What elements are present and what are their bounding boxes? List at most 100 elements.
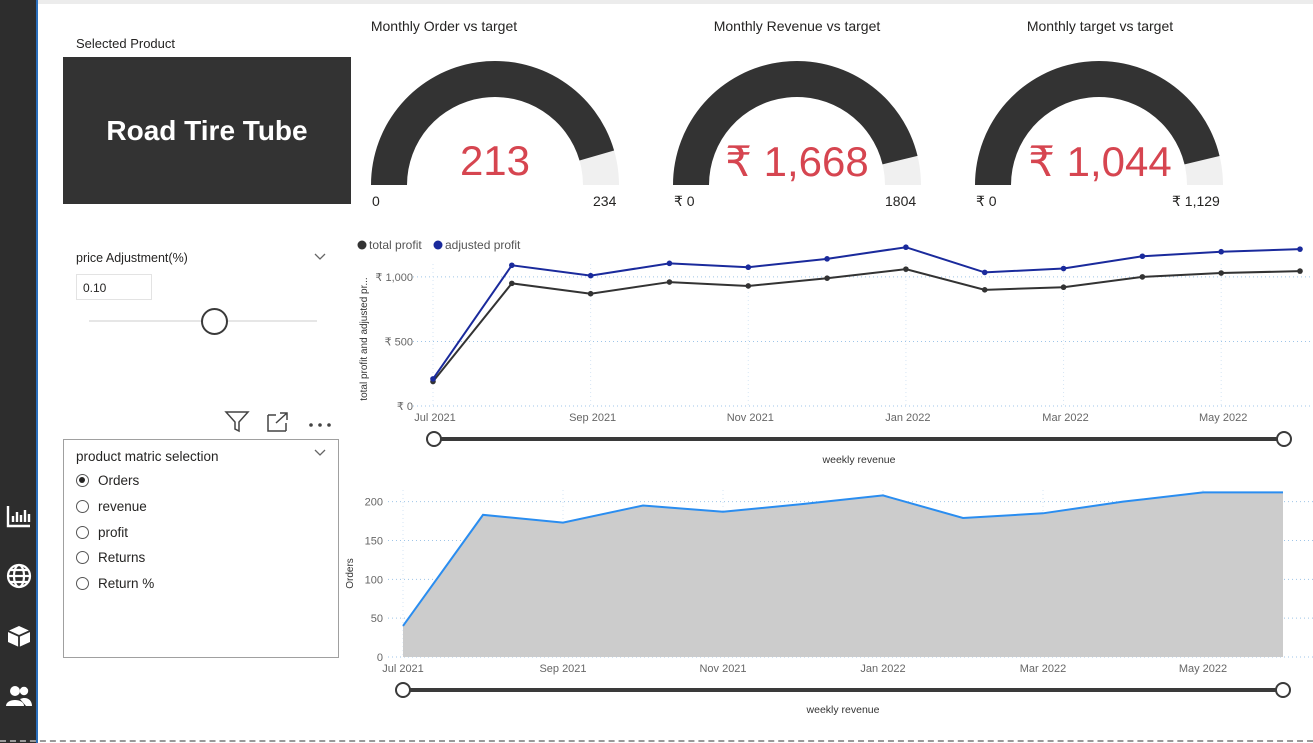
bottom-border <box>0 740 1313 742</box>
y-tick-label: 150 <box>365 535 383 547</box>
y-tick-label: 50 <box>371 613 383 625</box>
x-tick-label: Mar 2022 <box>1020 663 1066 675</box>
card-label: Selected Product <box>76 36 176 51</box>
range-slider-end-handle <box>1276 431 1292 447</box>
selected-product-card: Road Tire Tube <box>63 57 351 204</box>
x-tick-label: May 2022 <box>1179 663 1227 675</box>
data-point <box>587 290 594 297</box>
data-point <box>1297 268 1303 274</box>
radio-label: Orders <box>98 472 140 488</box>
gauge-max-orders: 234 <box>593 193 617 209</box>
visual-header <box>224 410 336 434</box>
x-tick-label: Jul 2021 <box>414 412 456 424</box>
box-icon[interactable] <box>3 620 35 652</box>
radio-title: product matric selection <box>76 449 219 464</box>
gauge-value-revenue: ₹ 1,668 <box>725 138 869 185</box>
gauge-min-target: ₹ 0 <box>976 193 997 209</box>
gauge-title-target: Monthly target vs target <box>1026 18 1174 34</box>
price-adjustment-input[interactable]: 0.10 <box>76 274 152 300</box>
radio-empty-icon[interactable] <box>76 499 89 513</box>
x-tick-label: Sep 2021 <box>569 412 616 424</box>
radio-empty-icon[interactable] <box>76 576 89 590</box>
data-point <box>587 272 594 279</box>
radio-option-revenue[interactable]: revenue <box>76 497 147 515</box>
card-value: Road Tire Tube <box>106 114 308 146</box>
radio-label: Return % <box>98 575 155 591</box>
gauge-min-revenue: ₹ 0 <box>674 193 695 209</box>
data-point <box>1218 270 1224 276</box>
legend-adjusted-profit: adjusted profit <box>445 238 521 252</box>
gauge-value-orders: 213 <box>459 137 531 184</box>
chevron-down-icon[interactable] <box>314 446 326 460</box>
data-point <box>666 260 673 267</box>
data-point <box>903 266 909 272</box>
gauge-min-orders: 0 <box>372 193 380 209</box>
x-tick-label: Jul 2021 <box>382 663 424 675</box>
data-point <box>824 275 830 281</box>
gauge-max-revenue: 1804 <box>885 193 917 209</box>
y-axis-label: total profit and adjusted pr... <box>359 277 370 400</box>
gauge-max-target: ₹ 1,129 <box>1172 193 1220 209</box>
radio-label: Returns <box>98 549 146 565</box>
data-point <box>1218 248 1224 255</box>
users-icon[interactable] <box>3 680 35 712</box>
x-tick-label: Nov 2021 <box>699 663 746 675</box>
data-point <box>666 279 673 285</box>
radio-selected-icon[interactable] <box>76 473 89 487</box>
series-line-total-profit <box>432 268 1301 383</box>
price-slider-handle[interactable] <box>200 308 228 335</box>
data-point <box>430 376 436 382</box>
range-slider-start-handle <box>395 682 411 698</box>
data-point <box>1297 246 1303 252</box>
y-tick-label: 200 <box>365 497 383 509</box>
radio-empty-icon[interactable] <box>76 550 89 564</box>
sidebar <box>0 0 38 743</box>
x-tick-label: Sep 2021 <box>539 663 586 675</box>
series-line-adjusted-profit <box>432 246 1301 380</box>
data-point <box>981 269 988 276</box>
data-point <box>824 256 830 262</box>
x-tick-label: Mar 2022 <box>1042 412 1088 424</box>
data-point <box>1139 274 1146 280</box>
gauge-title-revenue: Monthly Revenue vs target <box>713 18 881 34</box>
y-tick-label: ₹ 1,000 <box>375 272 413 284</box>
radio-option-returns[interactable]: Returns <box>76 548 145 566</box>
bar-chart-icon[interactable] <box>3 500 35 532</box>
filter-icon[interactable] <box>224 410 250 439</box>
data-point <box>1060 265 1067 272</box>
data-point <box>509 262 515 269</box>
y-axis-label: Orders <box>345 558 356 589</box>
radio-label: profit <box>98 524 129 540</box>
x-axis-label: weekly revenue <box>806 704 880 716</box>
profit-line-chart: total profit adjusted profit ₹ 0 ₹ 500 ₹ 1,0… <box>357 238 1313 466</box>
x-axis-label: weekly revenue <box>822 454 896 466</box>
data-point <box>1060 284 1067 291</box>
legend-total-profit: total profit <box>369 238 422 252</box>
focus-mode-icon[interactable] <box>266 411 290 438</box>
x-tick-label: Jan 2022 <box>860 663 905 675</box>
data-point <box>745 264 752 271</box>
orders-area-chart: 050100150200Jul 2021 Sep 2021 Nov 2021 Jan … <box>345 490 1313 716</box>
gauge-title-orders: Monthly Order vs target <box>370 18 518 34</box>
range-slider-start-handle <box>426 431 442 447</box>
product-metric-slicer: product matric selection Orders revenue … <box>63 439 339 658</box>
x-tick-label: Nov 2021 <box>727 412 774 424</box>
radio-label: revenue <box>98 498 147 514</box>
legend-marker-total <box>357 240 367 250</box>
legend-marker-adjusted <box>433 240 443 250</box>
top-border <box>38 0 1313 4</box>
radio-empty-icon[interactable] <box>76 525 89 539</box>
radio-option-orders[interactable]: Orders <box>76 471 139 489</box>
y-tick-label: 100 <box>365 574 383 586</box>
y-tick-label: ₹ 500 <box>385 336 413 348</box>
chevron-down-icon[interactable] <box>314 250 326 264</box>
radio-option-return-pct[interactable]: Return % <box>76 574 154 592</box>
data-point <box>1139 253 1146 260</box>
y-tick-label: ₹ 0 <box>397 401 413 413</box>
range-slider-end-handle <box>1275 682 1291 698</box>
data-point <box>745 283 752 289</box>
globe-icon[interactable] <box>3 560 35 592</box>
more-options-icon[interactable] <box>308 416 332 434</box>
data-point <box>509 280 515 287</box>
radio-option-profit[interactable]: profit <box>76 523 128 541</box>
